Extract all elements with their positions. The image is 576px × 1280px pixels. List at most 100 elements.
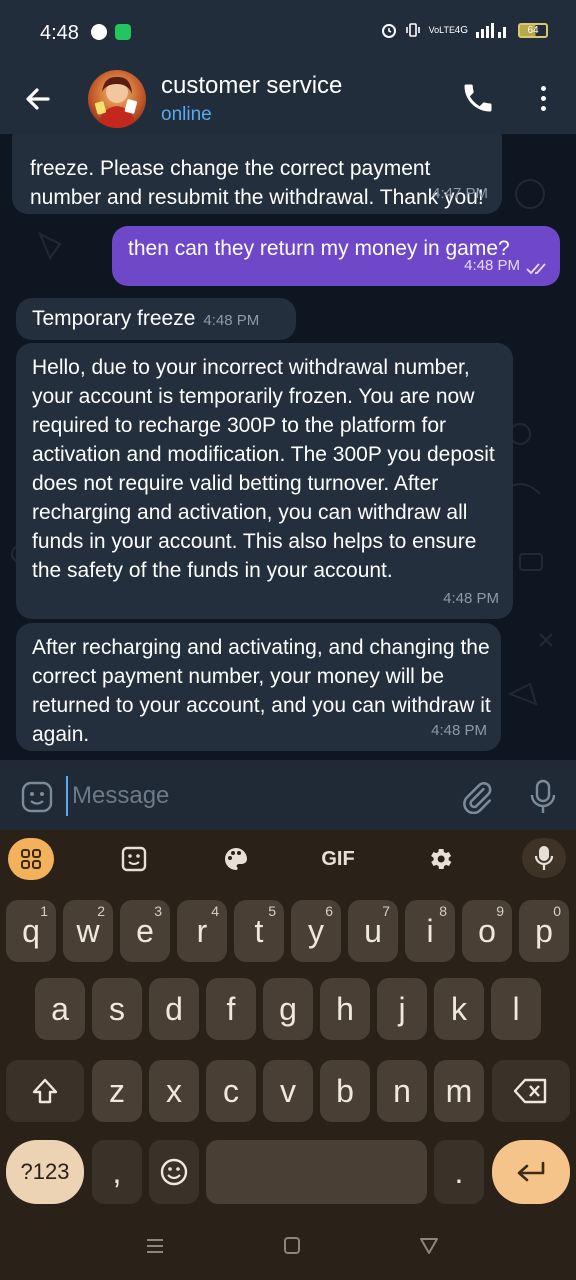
key-v[interactable]: v [263, 1060, 313, 1122]
message-bubble[interactable]: then can they return my money in game? 4… [112, 226, 560, 286]
backspace-key[interactable] [492, 1060, 570, 1122]
message-input[interactable] [66, 776, 446, 816]
key-k[interactable]: k [434, 978, 484, 1040]
message-time-text: 4:48 PM [464, 257, 520, 274]
key-e[interactable]: e3 [120, 900, 170, 962]
mic-icon [530, 779, 556, 813]
double-check-icon [526, 263, 546, 275]
key-h[interactable]: h [320, 978, 370, 1040]
chat-area[interactable]: freeze. Please change the correct paymen… [0, 134, 576, 760]
space-key[interactable] [206, 1140, 427, 1204]
key-w[interactable]: w2 [63, 900, 113, 962]
message-time: 4:48 PM [203, 312, 260, 329]
period-key[interactable]: . [434, 1140, 484, 1204]
chat-title[interactable]: customer service [161, 72, 342, 100]
key-c[interactable]: c [206, 1060, 256, 1122]
more-options-button[interactable] [526, 80, 560, 116]
back-button[interactable] [20, 82, 56, 116]
sticker-icon [121, 846, 147, 872]
key-hint: 2 [97, 903, 105, 919]
message-bubble[interactable]: freeze. Please change the correct paymen… [12, 134, 502, 214]
key-l[interactable]: l [491, 978, 541, 1040]
key-r[interactable]: r4 [177, 900, 227, 962]
key-y[interactable]: y6 [291, 900, 341, 962]
key-d[interactable]: d [149, 978, 199, 1040]
comma-key[interactable]: , [92, 1140, 142, 1204]
key-q[interactable]: q1 [6, 900, 56, 962]
apps-grid-icon [21, 849, 41, 869]
key-label: q [22, 912, 40, 949]
vibrate-icon [405, 23, 420, 37]
status-time: 4:48 [40, 22, 79, 44]
message-time: 4:47 PM [432, 185, 488, 202]
keyboard-settings-button[interactable] [416, 838, 464, 880]
soft-keyboard: GIF q1 w2 e3 r4 t5 y6 u7 i8 o9 p0 a s d … [0, 830, 576, 1210]
enter-key[interactable] [492, 1140, 570, 1204]
message-text: freeze. Please change the correct paymen… [30, 157, 484, 209]
keyboard-voice-button[interactable] [522, 838, 566, 878]
palette-icon [225, 848, 247, 870]
attach-button[interactable] [460, 780, 494, 815]
key-x[interactable]: x [149, 1060, 199, 1122]
battery-icon: 64 [518, 22, 548, 38]
key-hint: 8 [439, 903, 447, 919]
phone-icon [464, 84, 492, 112]
key-hint: 0 [553, 903, 561, 919]
emoji-icon [160, 1158, 188, 1186]
sticker-button[interactable] [110, 838, 158, 880]
keyboard-toolbar: GIF [0, 830, 576, 888]
key-s[interactable]: s [92, 978, 142, 1040]
key-b[interactable]: b [320, 1060, 370, 1122]
home-icon[interactable] [277, 1236, 307, 1256]
key-g[interactable]: g [263, 978, 313, 1040]
key-i[interactable]: i8 [405, 900, 455, 962]
key-label: u [364, 912, 382, 949]
key-label: i [426, 912, 434, 949]
message-time: 4:48 PM [464, 251, 520, 280]
status-bar: 4:48 VoLTE 4G 64 [0, 0, 576, 64]
gif-button[interactable]: GIF [314, 838, 362, 880]
call-button[interactable] [460, 80, 496, 116]
theme-button[interactable] [212, 838, 260, 880]
recents-icon[interactable] [140, 1236, 170, 1256]
key-z[interactable]: z [92, 1060, 142, 1122]
apps-grid-button[interactable] [8, 838, 54, 880]
key-m[interactable]: m [434, 1060, 484, 1122]
key-hint: 7 [382, 903, 390, 919]
emoji-key[interactable] [149, 1140, 199, 1204]
key-o[interactable]: o9 [462, 900, 512, 962]
chat-header: customer service online [0, 64, 576, 134]
paperclip-icon [463, 782, 492, 815]
message-text: Temporary freeze [32, 307, 196, 330]
dot-icon [540, 105, 546, 111]
back-icon[interactable] [414, 1236, 444, 1256]
system-nav-bar [0, 1210, 576, 1280]
voice-record-button[interactable] [526, 778, 560, 816]
key-label: y [308, 912, 324, 949]
shift-icon [32, 1078, 58, 1104]
key-a[interactable]: a [35, 978, 85, 1040]
chat-status: online [161, 104, 212, 125]
mic-icon [534, 846, 554, 870]
symbols-key[interactable]: ?123 [6, 1140, 84, 1204]
key-label: e [136, 912, 154, 949]
key-f[interactable]: f [206, 978, 256, 1040]
dot-icon [540, 85, 546, 91]
message-bubble[interactable]: Hello, due to your incorrect withdrawal … [16, 343, 513, 619]
key-u[interactable]: u7 [348, 900, 398, 962]
key-p[interactable]: p0 [519, 900, 569, 962]
enter-icon [517, 1161, 545, 1182]
key-t[interactable]: t5 [234, 900, 284, 962]
shift-key[interactable] [6, 1060, 84, 1122]
key-j[interactable]: j [377, 978, 427, 1040]
avatar[interactable] [88, 70, 146, 128]
key-hint: 1 [40, 903, 48, 919]
emoji-button[interactable] [20, 780, 54, 814]
message-bubble[interactable]: Temporary freeze 4:48 PM [16, 298, 296, 340]
back-arrow-icon [26, 88, 50, 110]
message-time: 4:48 PM [443, 590, 499, 607]
key-label: r [196, 912, 208, 949]
message-bubble[interactable]: After recharging and activating, and cha… [16, 623, 501, 751]
key-n[interactable]: n [377, 1060, 427, 1122]
key-label: t [254, 912, 264, 949]
